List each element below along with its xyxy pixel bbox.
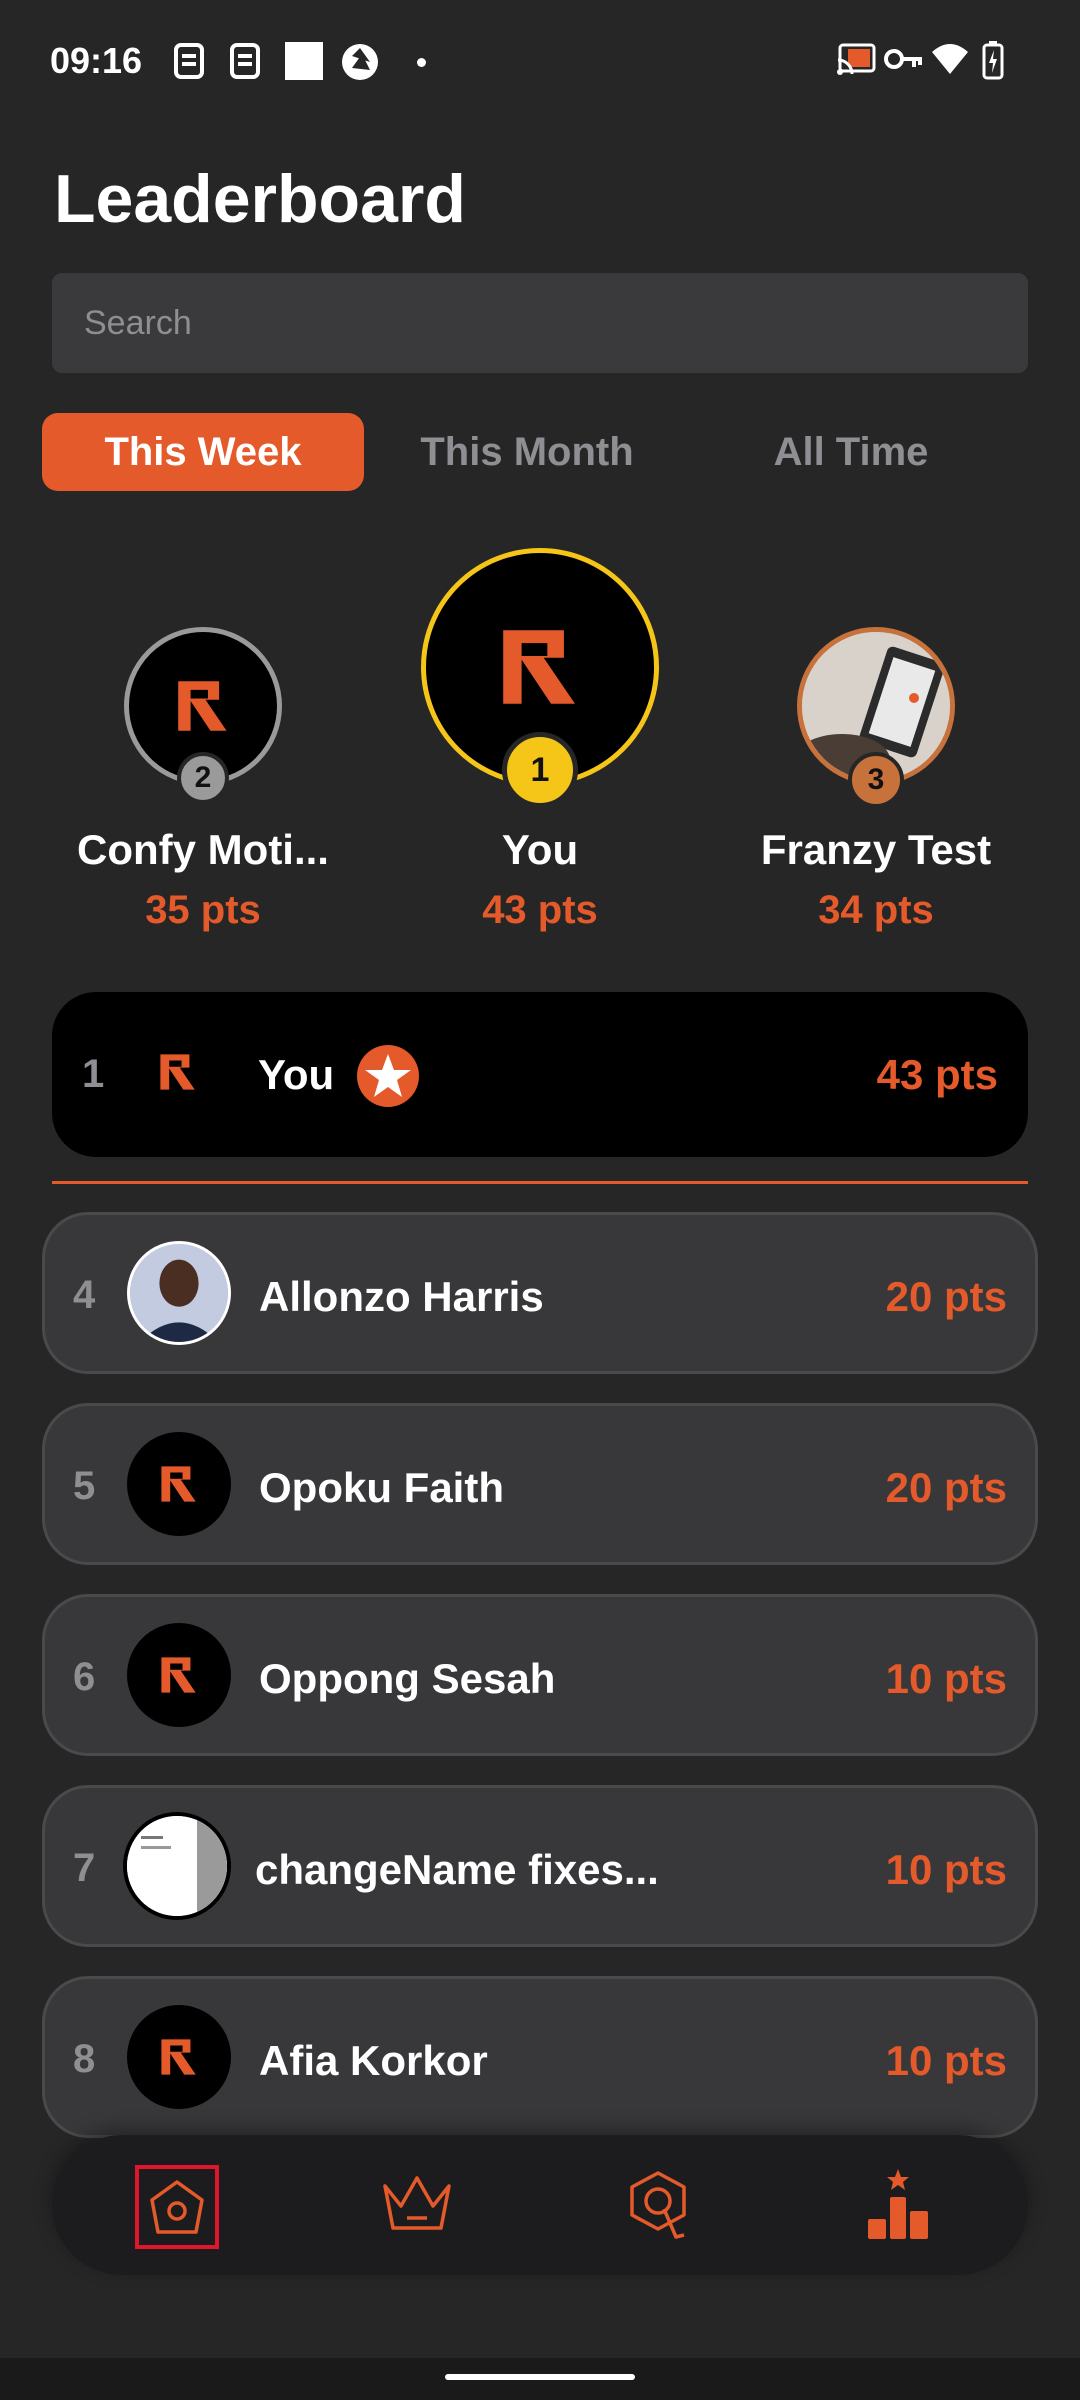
podium-points: 34 pts (818, 888, 934, 932)
my-rank-points: 43 pts (876, 1051, 998, 1098)
list-item[interactable]: 8 Afia Korkor 10 pts (42, 1976, 1038, 2138)
avatar (127, 1623, 231, 1727)
list-item[interactable]: 5 Opoku Faith 20 pts (42, 1403, 1038, 1565)
nav-crown[interactable] (357, 2145, 477, 2265)
gesture-home-bar[interactable] (445, 2374, 635, 2380)
key-icon (884, 49, 922, 69)
my-rank-row[interactable]: 1 You 43 pts (52, 992, 1028, 1157)
row-rank: 6 (73, 1655, 96, 1699)
row-points: 10 pts (885, 1655, 1007, 1702)
photo-avatar (127, 1241, 231, 1345)
list-item[interactable]: 4 Allonzo Harris 20 pts (42, 1212, 1038, 1374)
sim-icon (174, 43, 204, 79)
rank-badge-3: 3 (848, 752, 904, 808)
camera-shutter-icon (342, 44, 378, 80)
nav-home[interactable] (135, 2165, 219, 2249)
row-rank: 4 (73, 1273, 96, 1317)
photo-image (130, 1244, 228, 1342)
status-bar: 09:16 (0, 0, 1080, 125)
rank-badge-1: 1 (502, 732, 578, 808)
bottom-nav (52, 2135, 1028, 2275)
row-points: 10 pts (885, 2037, 1007, 2084)
brand-logo-icon (157, 2035, 201, 2079)
nav-leaderboard[interactable] (838, 2145, 958, 2265)
brand-logo-icon (157, 1653, 201, 1697)
my-rank-number: 1 (82, 1052, 105, 1096)
row-name: changeName fixes... (255, 1846, 659, 1893)
status-time: 09:16 (50, 40, 143, 81)
brand-logo-icon (494, 621, 586, 713)
podium-points: 35 pts (145, 888, 261, 932)
podium-name: Franzy Test (760, 826, 992, 873)
row-name: Allonzo Harris (259, 1273, 544, 1320)
row-name: Opoku Faith (259, 1464, 504, 1511)
podium-points: 43 pts (482, 888, 598, 932)
rank-badge-2: 2 (177, 752, 229, 804)
wifi-icon (932, 44, 968, 74)
quiz-icon (630, 2171, 686, 2239)
brand-logo-icon (172, 675, 234, 737)
row-rank: 8 (73, 2037, 96, 2081)
row-name: Afia Korkor (259, 2037, 488, 2084)
brand-logo-icon (157, 1462, 201, 1506)
row-name: Oppong Sesah (259, 1655, 556, 1702)
sim-icon (230, 43, 260, 79)
list-item[interactable]: 6 Oppong Sesah 10 pts (42, 1594, 1038, 1756)
leaderboard-icon (868, 2169, 928, 2239)
tab-this-month[interactable]: This Month (366, 413, 688, 491)
cast-icon (837, 43, 876, 75)
podium-name: You (501, 826, 579, 873)
row-rank: 7 (73, 1846, 96, 1890)
search-input[interactable] (52, 273, 1028, 373)
avatar (127, 1432, 231, 1536)
star-badge-icon (357, 1045, 419, 1107)
row-points: 10 pts (885, 1846, 1007, 1893)
square-icon (285, 42, 323, 80)
home-icon (150, 2180, 204, 2234)
divider (52, 1181, 1028, 1184)
row-points: 20 pts (885, 1464, 1007, 1511)
brand-logo-icon (156, 1050, 200, 1094)
nav-quiz[interactable] (598, 2145, 718, 2265)
my-rank-name: You (258, 1051, 335, 1098)
page-title: Leaderboard (54, 161, 466, 237)
podium-name: Confy Moti... (77, 826, 329, 873)
tab-all-time[interactable]: All Time (690, 413, 1012, 491)
tab-this-week[interactable]: This Week (42, 413, 364, 491)
battery-charging-icon (982, 41, 1004, 80)
crown-icon (383, 2176, 451, 2230)
screenshot-avatar (123, 1812, 231, 1920)
screenshot-image (127, 1816, 227, 1916)
dot-icon (417, 58, 426, 67)
row-points: 20 pts (885, 1273, 1007, 1320)
avatar (127, 2005, 231, 2109)
list-item[interactable]: 7 changeName fixes... 10 pts (42, 1785, 1038, 1947)
row-rank: 5 (73, 1464, 96, 1508)
